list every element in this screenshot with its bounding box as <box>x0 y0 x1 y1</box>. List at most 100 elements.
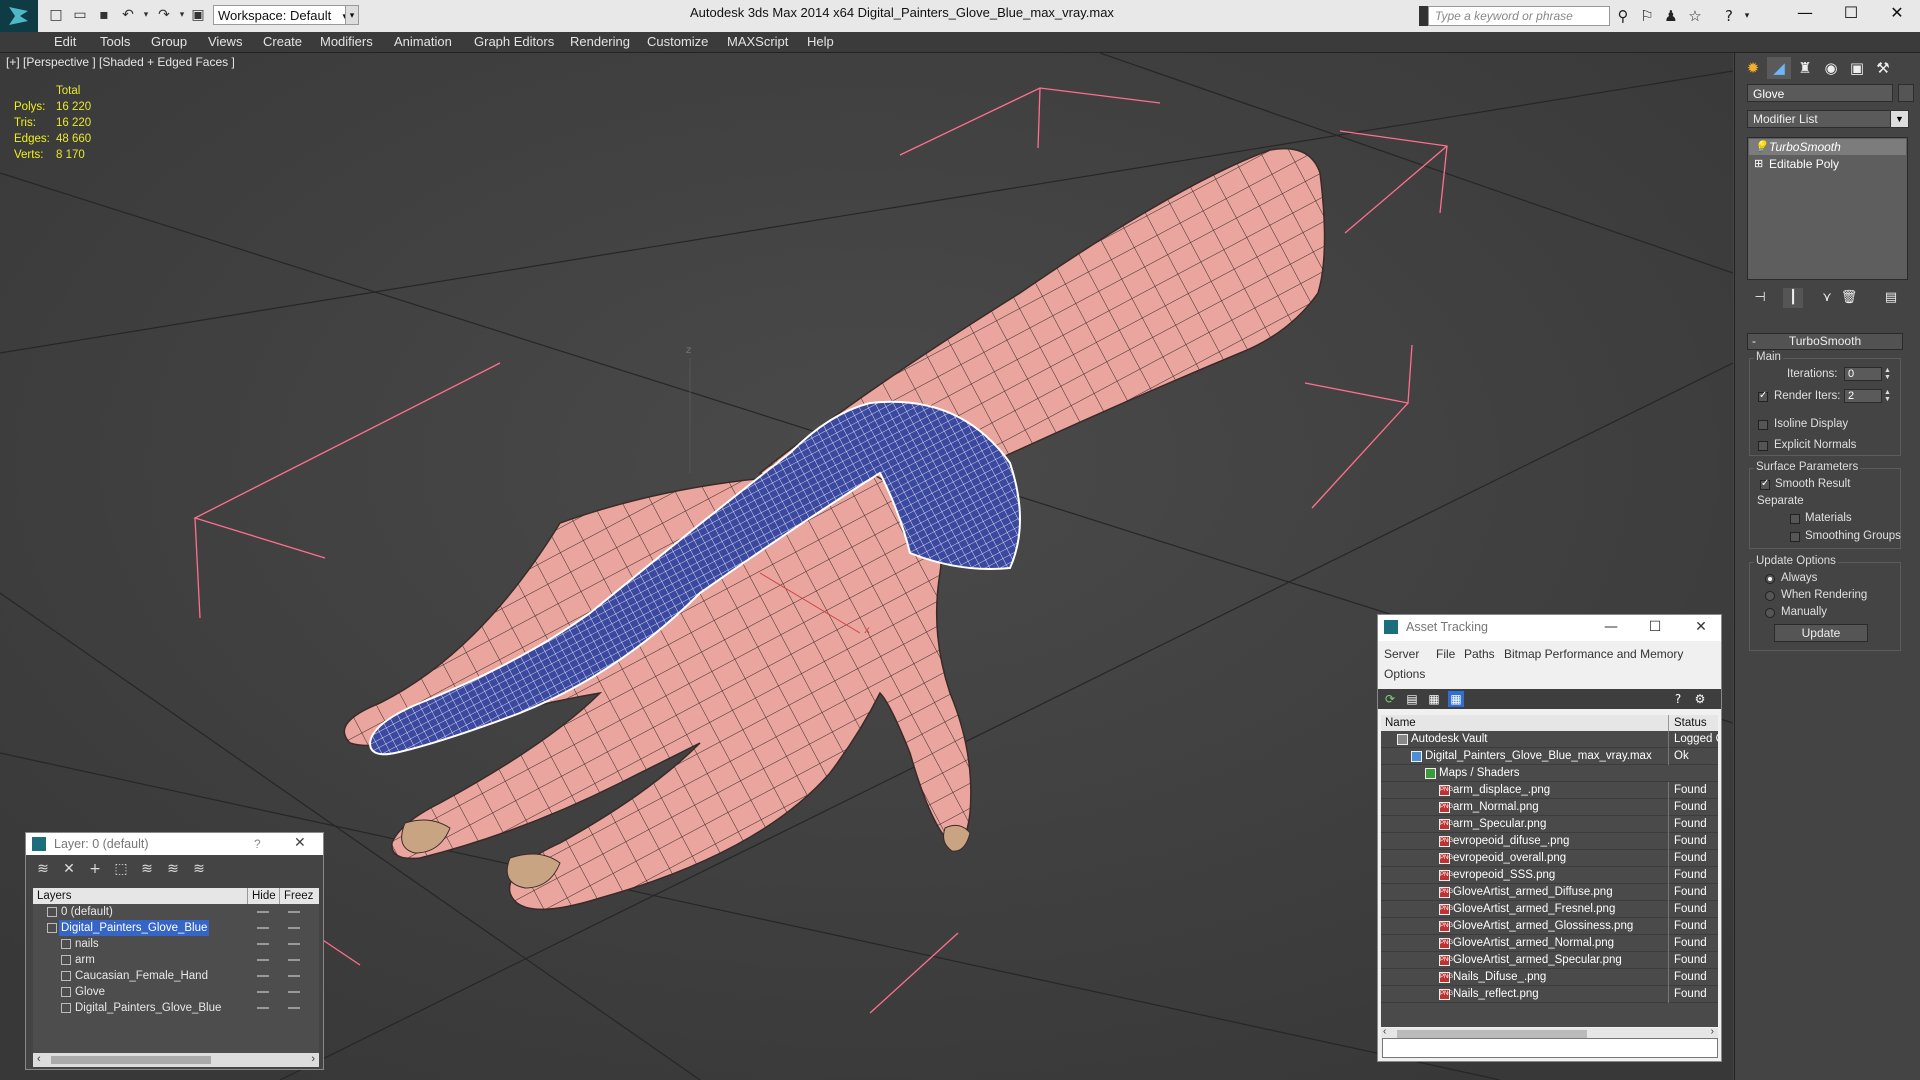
smoothing-groups-checkbox[interactable] <box>1790 532 1800 542</box>
delete-layer-icon[interactable]: ✕ <box>60 860 78 878</box>
asset-menu-server[interactable]: Server <box>1384 647 1419 661</box>
create-layer-icon[interactable]: ≋ <box>34 860 52 878</box>
maximize-button[interactable]: ☐ <box>1828 0 1874 26</box>
menu-group[interactable]: Group <box>151 32 187 52</box>
column-header-layers[interactable]: Layers <box>37 888 72 904</box>
spinner-arrows-icon[interactable]: ▲ ▼ <box>1883 389 1892 403</box>
menu-help[interactable]: Help <box>807 32 834 52</box>
new-icon[interactable]: □ <box>48 7 64 23</box>
table-row[interactable]: Maps / Shaders <box>1381 765 1718 782</box>
account-icon[interactable]: ♟ <box>1662 7 1680 25</box>
hide-toggle[interactable] <box>257 927 269 929</box>
binoculars-icon[interactable]: ⚲ <box>1614 7 1632 25</box>
freeze-toggle[interactable] <box>288 959 300 961</box>
layer-row[interactable]: Digital_Painters_Glove_Blue <box>33 920 319 936</box>
table-row[interactable]: PNG arm_Specular.png Found <box>1381 816 1718 833</box>
motion-tab-icon[interactable]: ◉ <box>1819 57 1843 79</box>
redo-dropdown-icon[interactable]: ▾ <box>174 7 190 23</box>
hide-toggle[interactable] <box>257 959 269 961</box>
smooth-result-checkbox[interactable] <box>1760 478 1770 490</box>
maximize-button[interactable]: ☐ <box>1644 617 1666 637</box>
table-row[interactable]: PNG GloveArtist_armed_Specular.png Found <box>1381 952 1718 969</box>
table-row[interactable]: PNG evropeoid_SSS.png Found <box>1381 867 1718 884</box>
settings-icon[interactable]: ⚙ <box>1692 691 1708 707</box>
communication-center-icon[interactable]: ⚐ <box>1638 7 1656 25</box>
table-row[interactable]: PNG Nails_reflect.png Found <box>1381 986 1718 1003</box>
workspace-selector[interactable]: Workspace: Default▾ <box>213 5 351 25</box>
hide-toggle[interactable] <box>257 911 269 913</box>
table-view-icon[interactable]: ▦ <box>1448 691 1464 707</box>
thumbnail-view-icon[interactable]: ▦ <box>1426 691 1442 707</box>
menu-tools[interactable]: Tools <box>100 32 130 52</box>
layer-row[interactable]: Digital_Painters_Glove_Blue <box>33 1000 319 1016</box>
table-row[interactable]: PNG evropeoid_overall.png Found <box>1381 850 1718 867</box>
scroll-thumb[interactable] <box>1397 1030 1587 1038</box>
menu-create[interactable]: Create <box>263 32 302 52</box>
freeze-toggle[interactable] <box>288 943 300 945</box>
save-icon[interactable]: ▪ <box>96 7 112 23</box>
modify-tab-icon[interactable]: ◢ <box>1767 57 1791 79</box>
freeze-all-icon[interactable]: ≋ <box>190 860 208 878</box>
object-name-field[interactable]: Glove <box>1747 84 1893 102</box>
display-tab-icon[interactable]: ▣ <box>1845 57 1869 79</box>
open-icon[interactable]: ▭ <box>72 7 88 23</box>
workspace-dropdown-button[interactable]: ▾ <box>345 5 359 25</box>
project-folder-icon[interactable]: ▣ <box>190 7 206 23</box>
explicit-normals-checkbox[interactable] <box>1758 441 1768 451</box>
close-button[interactable]: ✕ <box>294 835 306 851</box>
when-rendering-radio[interactable] <box>1765 591 1775 601</box>
asset-path-field[interactable] <box>1382 1038 1718 1058</box>
table-row[interactable]: PNG GloveArtist_armed_Normal.png Found <box>1381 935 1718 952</box>
highlight-selected-icon[interactable]: ≋ <box>138 860 156 878</box>
menu-animation[interactable]: Animation <box>394 32 452 52</box>
close-button[interactable]: ✕ <box>1874 0 1920 26</box>
menu-modifiers[interactable]: Modifiers <box>320 32 373 52</box>
object-color-swatch[interactable] <box>1898 84 1914 102</box>
help-icon[interactable]: ? <box>1720 7 1738 25</box>
modifier-list-dropdown[interactable]: Modifier List <box>1747 110 1909 128</box>
chevron-down-icon[interactable]: ▼ <box>1890 110 1909 128</box>
table-row[interactable]: PNG arm_displace_.png Found <box>1381 782 1718 799</box>
freeze-toggle[interactable] <box>288 927 300 929</box>
scroll-thumb[interactable] <box>51 1056 211 1064</box>
table-row[interactable]: PNG GloveArtist_armed_Diffuse.png Found <box>1381 884 1718 901</box>
hide-toggle[interactable] <box>257 975 269 977</box>
asset-menu-options[interactable]: Options <box>1384 667 1425 681</box>
render-iters-checkbox[interactable] <box>1758 390 1768 402</box>
pin-stack-icon[interactable]: ⊣ <box>1750 288 1770 308</box>
menu-rendering[interactable]: Rendering <box>570 32 630 52</box>
table-row[interactable]: PNG Nails_Difuse_.png Found <box>1381 969 1718 986</box>
expand-plus-icon[interactable]: ⊞ <box>1754 156 1763 172</box>
asset-menu-file[interactable]: File <box>1436 647 1455 661</box>
layer-row[interactable]: Glove <box>33 984 319 1000</box>
scroll-right-icon[interactable]: › <box>1711 1026 1714 1037</box>
menu-views[interactable]: Views <box>208 32 242 52</box>
column-header-status[interactable]: Status <box>1668 715 1718 731</box>
minimize-button[interactable]: — <box>1782 0 1828 26</box>
lightbulb-icon[interactable]: 💡 <box>1754 139 1768 155</box>
table-row[interactable]: PNG arm_Normal.png Found <box>1381 799 1718 816</box>
viewport-label[interactable]: [+] [Perspective ] [Shaded + Edged Faces… <box>6 55 235 69</box>
table-row[interactable]: PNG evropeoid_difuse_.png Found <box>1381 833 1718 850</box>
help-icon[interactable]: ? <box>1670 691 1686 707</box>
update-button[interactable]: Update <box>1774 624 1868 642</box>
hierarchy-tab-icon[interactable]: ♜ <box>1793 57 1817 79</box>
column-header-freeze[interactable]: Freez <box>279 888 319 904</box>
help-button[interactable]: ? <box>254 837 261 851</box>
minimize-button[interactable]: — <box>1600 617 1622 637</box>
table-row[interactable]: Autodesk Vault Logged O <box>1381 731 1718 748</box>
menu-maxscript[interactable]: MAXScript <box>727 32 788 52</box>
asset-menu-paths[interactable]: Paths <box>1464 647 1495 661</box>
configure-sets-icon[interactable]: ▤ <box>1881 288 1901 308</box>
spinner-arrows-icon[interactable]: ▲ ▼ <box>1883 367 1892 381</box>
layer-manager-titlebar[interactable]: Layer: 0 (default) ? ✕ <box>26 833 323 855</box>
column-header-name[interactable]: Name <box>1385 715 1416 731</box>
materials-checkbox[interactable] <box>1790 514 1800 524</box>
scroll-left-icon[interactable]: ‹ <box>1383 1026 1386 1037</box>
table-row[interactable]: PNG GloveArtist_armed_Glossiness.png Found <box>1381 918 1718 935</box>
layer-row[interactable]: 0 (default) <box>33 904 319 920</box>
menu-graph-editors[interactable]: Graph Editors <box>474 32 554 52</box>
close-button[interactable]: ✕ <box>1690 617 1712 637</box>
show-end-result-icon[interactable]: ┃ <box>1783 288 1803 308</box>
create-tab-icon[interactable]: ✹ <box>1741 57 1765 79</box>
